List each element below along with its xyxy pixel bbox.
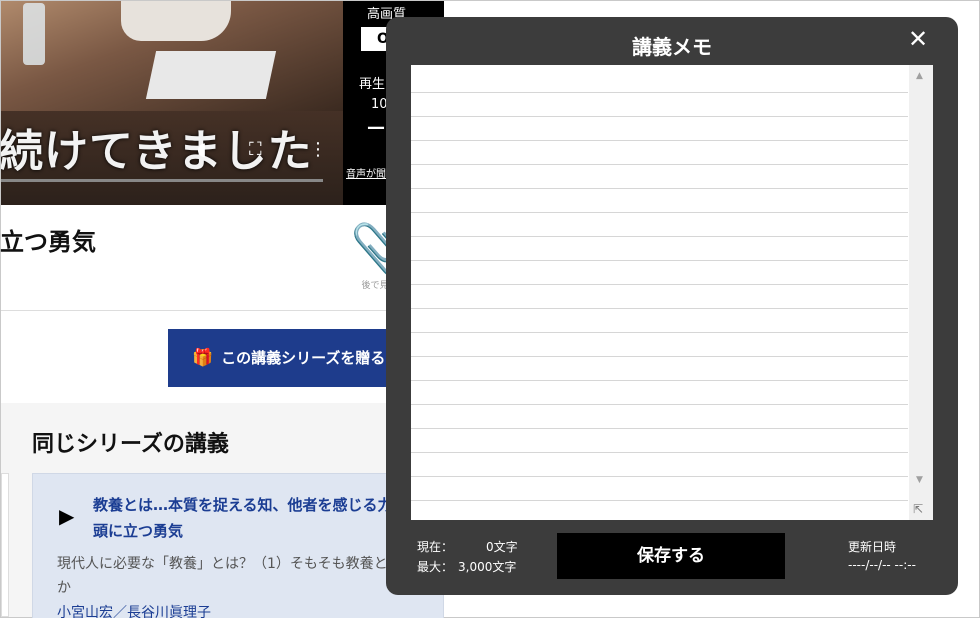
updated-label: 更新日時	[848, 540, 897, 554]
scroll-up-icon[interactable]: ▲	[916, 71, 923, 81]
video-player[interactable]: 続けてきました ◖ ⛶ ⋮	[1, 1, 343, 205]
video-progress-bar[interactable]	[1, 179, 323, 182]
close-icon[interactable]: ✕	[908, 25, 928, 53]
gift-series-button[interactable]: 🎁 この講義シリーズを贈る	[168, 329, 398, 387]
lecture-card[interactable]: ▶ 教養とは…本質を捉える知、他者を感じる力、先頭に立つ勇気 現代人に必要な「教…	[32, 473, 444, 618]
char-count-current-label: 現在：	[417, 540, 454, 554]
char-count-current-value: 0文字	[486, 540, 518, 554]
gift-icon: 🎁	[192, 348, 214, 368]
memo-textarea[interactable]	[411, 65, 908, 520]
speed-label: 再生	[359, 77, 386, 92]
memo-text-area[interactable]: ▲ ▼ ⇱	[411, 65, 933, 520]
lecture-card-authors[interactable]: 小宮山宏／長谷川眞理子	[57, 602, 211, 618]
video-bottle	[23, 3, 45, 65]
speed-slider[interactable]: —	[367, 117, 385, 138]
volume-icon[interactable]: ◖	[197, 139, 206, 160]
divider	[1, 310, 441, 311]
series-heading: 同じシリーズの講義	[32, 432, 229, 457]
char-count-max-value: 3,000文字	[458, 560, 517, 574]
lecture-title: 立つ勇気	[0, 228, 96, 256]
lecture-card-description: 現代人に必要な「教養」とは？（1）そもそも教養とは何か	[57, 556, 416, 596]
video-subtitle: 続けてきました	[1, 126, 313, 177]
lecture-memo-dialog: 講義メモ ✕ ▲ ▼ ⇱ 現在： 0文字 最大： 3,000文字 保存する 更新…	[386, 17, 958, 595]
scroll-down-icon[interactable]: ▼	[916, 475, 923, 485]
more-vertical-icon[interactable]: ⋮	[309, 139, 327, 160]
char-count-max-label: 最大：	[417, 560, 454, 574]
save-button[interactable]: 保存する	[557, 533, 785, 579]
video-sleeve	[121, 1, 231, 41]
memo-title: 講義メモ	[632, 35, 712, 59]
prev-card-edge	[1, 473, 9, 617]
updated-value: ----/--/-- --:--	[848, 558, 916, 572]
play-icon[interactable]: ▶	[59, 504, 74, 528]
audio-link[interactable]: 音声が聞	[346, 165, 386, 180]
gift-series-label: この講義シリーズを贈る	[221, 349, 386, 367]
video-paper	[145, 51, 277, 99]
memo-scrollbar[interactable]: ▲ ▼ ⇱	[909, 65, 933, 520]
lecture-card-title[interactable]: 教養とは…本質を捉える知、他者を感じる力、先頭に立つ勇気	[93, 492, 433, 544]
fullscreen-icon[interactable]: ⛶	[249, 139, 262, 160]
resize-grip-icon[interactable]: ⇱	[913, 502, 927, 516]
